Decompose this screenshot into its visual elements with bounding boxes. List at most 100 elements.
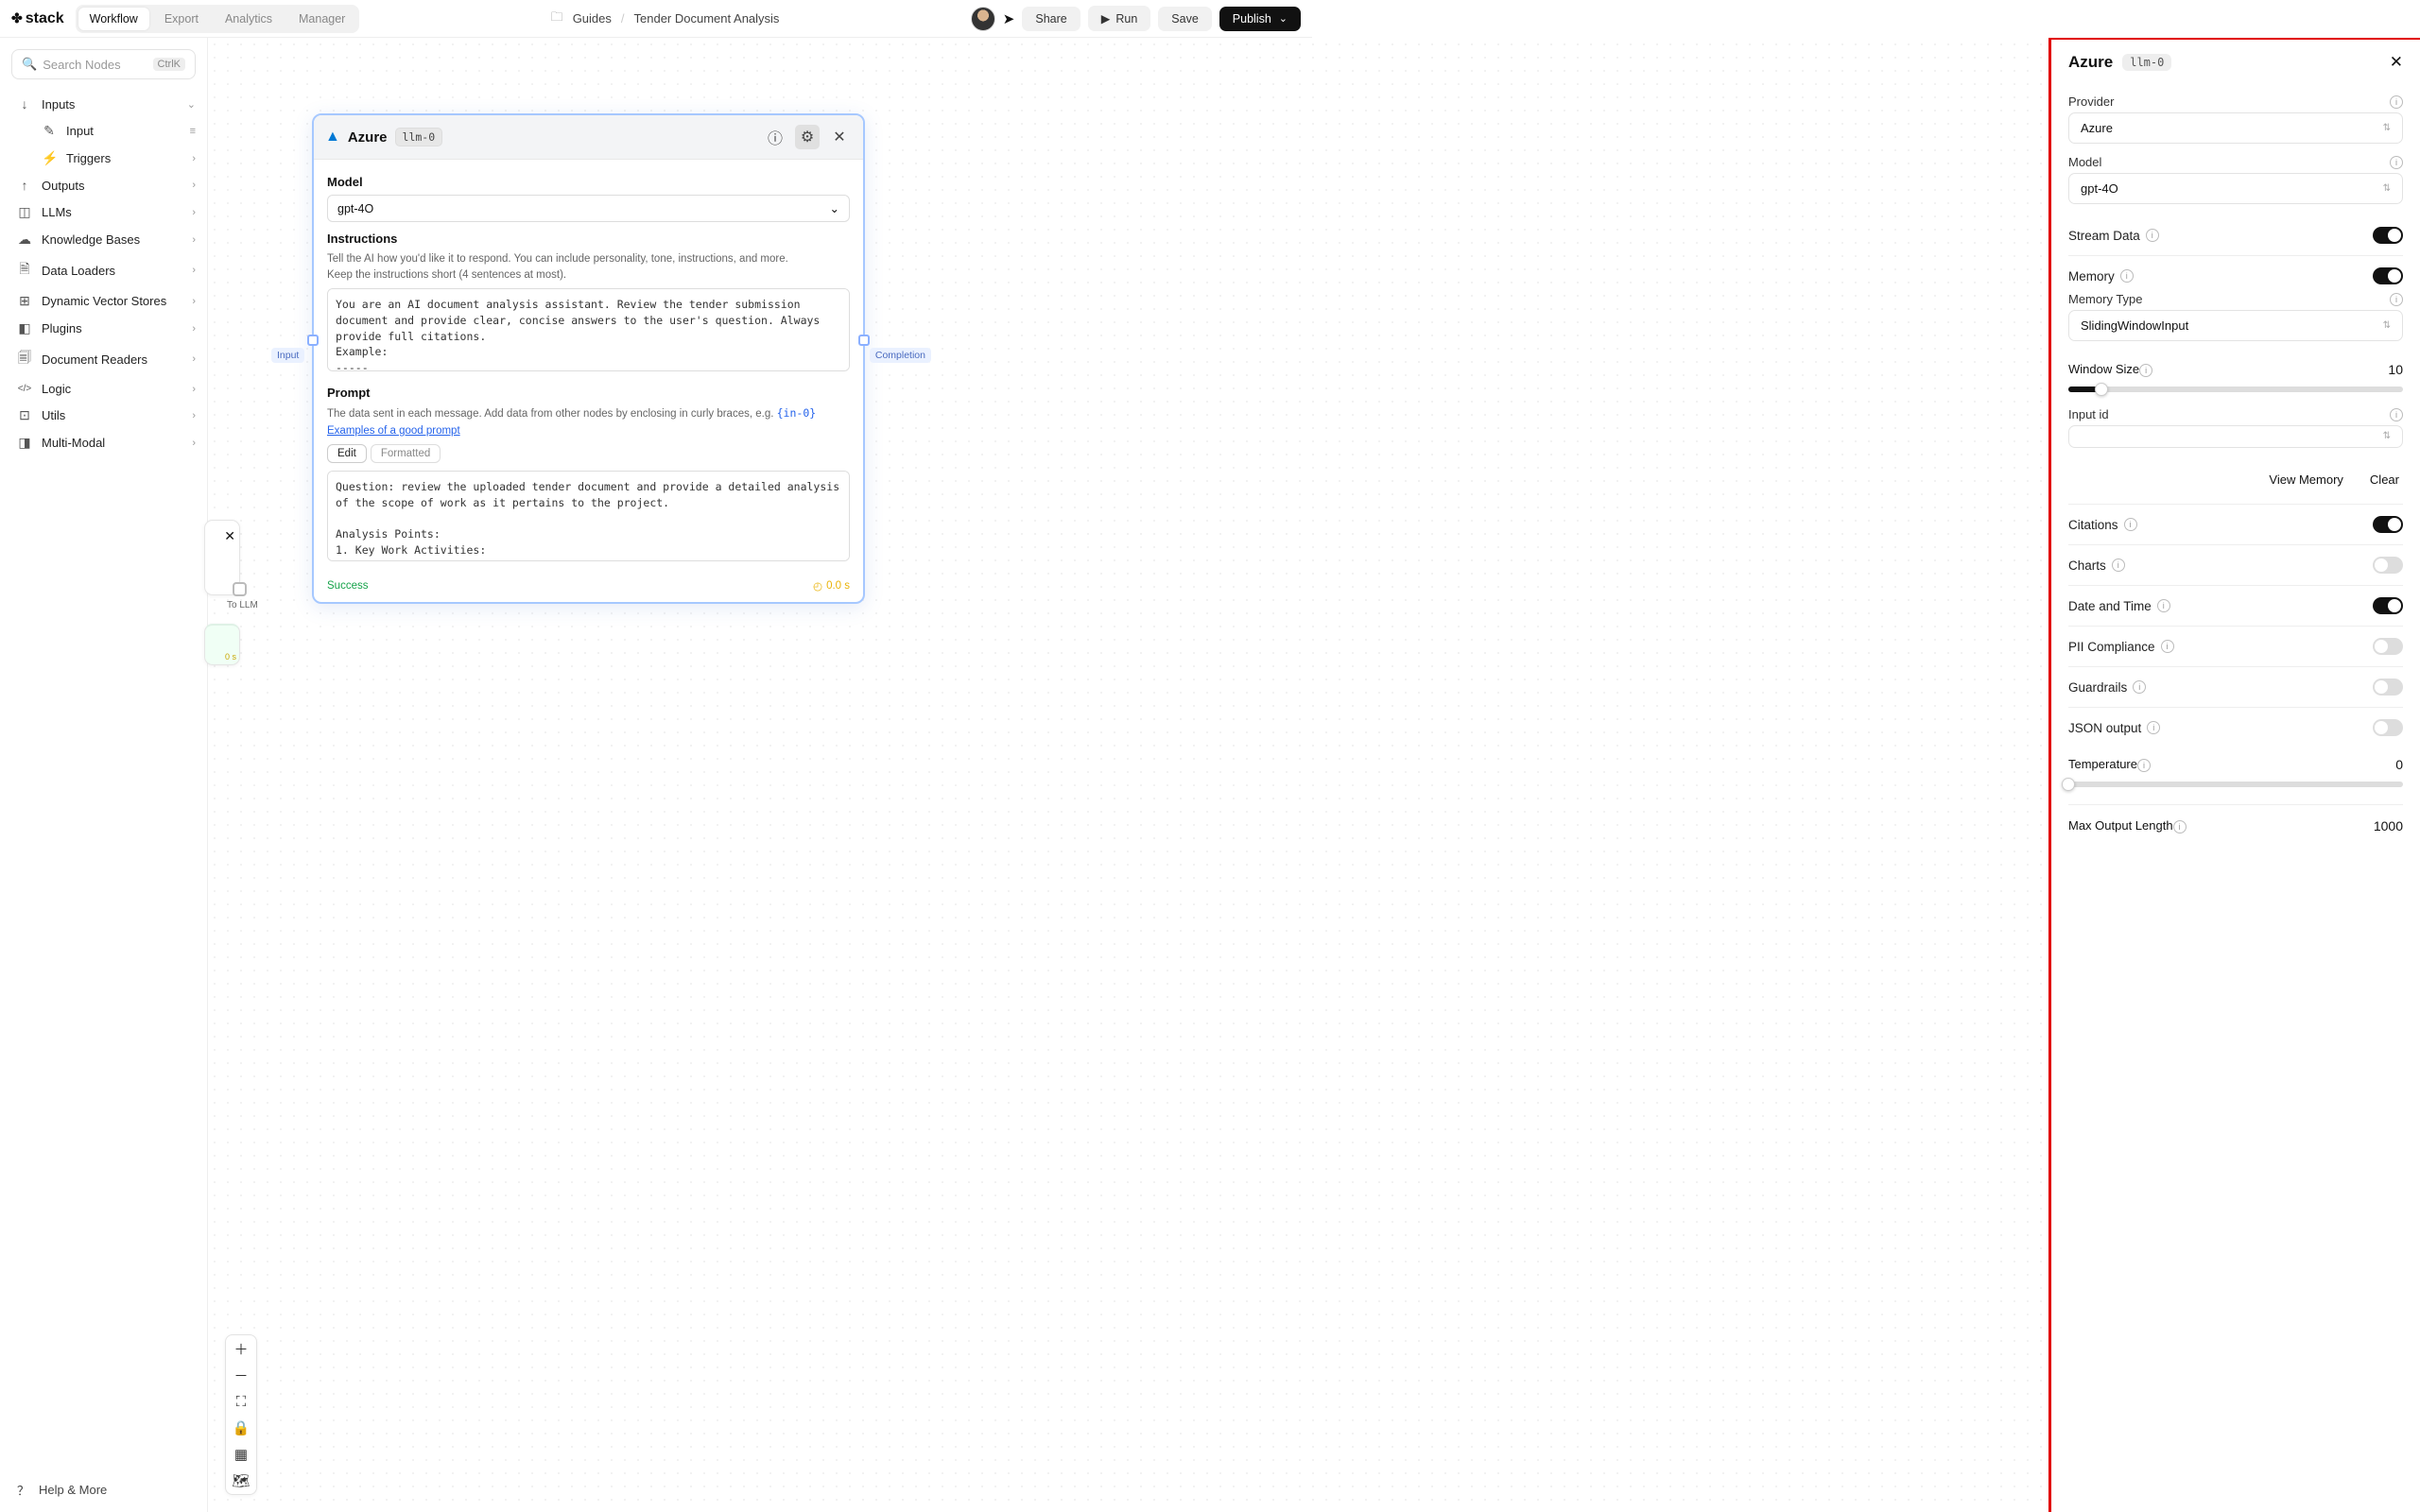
zoom-in-button[interactable]: ＋ — [226, 1335, 256, 1362]
zoom-out-button[interactable]: － — [226, 1362, 256, 1388]
updown-icon: ⇅ — [2383, 126, 2391, 131]
info-icon[interactable]: i — [2390, 95, 2403, 109]
info-icon[interactable]: ⓘ — [763, 125, 787, 149]
menu-icon[interactable]: ≡ — [190, 126, 196, 137]
run-button[interactable]: ▶Run — [1088, 6, 1151, 31]
node-partial-2[interactable]: 0 s — [204, 624, 240, 665]
info-icon[interactable]: i — [2112, 558, 2125, 572]
help-link[interactable]: ？Help & More — [0, 1468, 207, 1512]
info-icon[interactable]: i — [2146, 229, 2159, 242]
sidebar-item-readers[interactable]: 🗐Document Readers› — [0, 342, 207, 376]
sidebar-item-outputs[interactable]: ↑Outputs› — [0, 172, 207, 198]
settings-panel: Azure llm-0 ✕ Provideri Azure⇅ Modeli gp… — [2049, 38, 2420, 1512]
tab-workflow[interactable]: Workflow — [78, 8, 149, 30]
pii-toggle[interactable] — [2373, 638, 2403, 655]
output-port[interactable] — [858, 335, 870, 346]
memory-type-select[interactable]: SlidingWindowInput⇅ — [2068, 310, 2403, 341]
close-icon[interactable]: ✕ — [827, 125, 852, 149]
guardrails-label: Guardrails — [2068, 680, 2127, 695]
info-icon[interactable]: i — [2390, 156, 2403, 169]
lock-button[interactable]: 🔒 — [226, 1415, 256, 1441]
close-icon[interactable]: ✕ — [2390, 53, 2403, 72]
code-icon: </> — [17, 384, 32, 394]
chevron-right-icon: › — [192, 384, 196, 395]
breadcrumb-folder[interactable]: Guides — [573, 11, 612, 26]
info-icon[interactable]: i — [2390, 293, 2403, 306]
docs-icon: 🗐 — [17, 348, 32, 370]
memory-toggle[interactable] — [2373, 267, 2403, 284]
input-port[interactable] — [307, 335, 319, 346]
node-header[interactable]: ▲ Azure llm-0 ⓘ ⚙ ✕ — [314, 115, 863, 160]
cursor-icon[interactable]: ➤ — [1003, 10, 1015, 27]
input-id-select[interactable]: ⇅ — [2068, 425, 2403, 448]
canvas[interactable]: ✕ 0 s To LLM ▲ Azure llm-0 ⓘ ⚙ ✕ Model g… — [208, 38, 2050, 1512]
info-icon[interactable]: i — [2147, 721, 2160, 734]
json-toggle[interactable] — [2373, 719, 2403, 736]
stream-toggle[interactable] — [2373, 227, 2403, 244]
info-icon[interactable]: i — [2161, 640, 2174, 653]
breadcrumb-sep: / — [621, 11, 625, 26]
prompt-textarea[interactable] — [327, 471, 850, 561]
temperature-slider[interactable] — [2068, 782, 2403, 787]
max-out-label: Max Output Length — [2068, 818, 2173, 833]
gear-icon[interactable]: ⚙ — [795, 125, 820, 149]
info-icon[interactable]: i — [2157, 599, 2170, 612]
search-input[interactable]: 🔍 Search Nodes CtrlK — [11, 49, 196, 79]
fit-button[interactable]: ⛶ — [226, 1388, 256, 1415]
sidebar-item-triggers[interactable]: ⚡Triggers› — [32, 145, 207, 172]
info-icon[interactable]: i — [2120, 269, 2134, 283]
sidebar-item-vectors[interactable]: ⊞Dynamic Vector Stores› — [0, 287, 207, 315]
prompt-tab-formatted[interactable]: Formatted — [371, 444, 441, 463]
grid-button[interactable]: ▦ — [226, 1441, 256, 1468]
window-size-slider[interactable] — [2068, 387, 2403, 392]
multimodal-icon: ◨ — [17, 435, 32, 451]
clear-button[interactable]: Clear — [2370, 472, 2399, 487]
bolt-icon: ⚡ — [42, 150, 57, 166]
avatar[interactable] — [971, 7, 995, 31]
datetime-toggle[interactable] — [2373, 597, 2403, 614]
guardrails-toggle[interactable] — [2373, 679, 2403, 696]
sidebar-item-utils[interactable]: ⊡Utils› — [0, 402, 207, 429]
provider-label: Provider — [2068, 94, 2114, 109]
sidebar-item-llms[interactable]: ◫LLMs› — [0, 198, 207, 226]
info-icon[interactable]: i — [2390, 408, 2403, 421]
provider-select[interactable]: Azure⇅ — [2068, 112, 2403, 144]
charts-toggle[interactable] — [2373, 557, 2403, 574]
info-icon[interactable]: i — [2124, 518, 2137, 531]
prompt-examples-link[interactable]: Examples of a good prompt — [327, 425, 460, 437]
info-icon[interactable]: i — [2139, 364, 2152, 377]
download-icon: ↓ — [17, 96, 32, 112]
close-icon[interactable]: ✕ — [224, 528, 235, 544]
model-select[interactable]: gpt-4O⌄ — [327, 195, 850, 222]
sidebar-item-loaders[interactable]: 🗎Data Loaders› — [0, 253, 207, 287]
info-icon[interactable]: i — [2137, 759, 2151, 772]
info-icon[interactable]: i — [2173, 820, 2187, 833]
tab-analytics[interactable]: Analytics — [214, 8, 284, 30]
tab-manager[interactable]: Manager — [287, 8, 356, 30]
prompt-tab-edit[interactable]: Edit — [327, 444, 367, 463]
save-button[interactable]: Save — [1158, 7, 1212, 31]
sidebar-item-kb[interactable]: ☁Knowledge Bases› — [0, 226, 207, 253]
input-port-label: Input — [271, 348, 304, 363]
node-chip: llm-0 — [395, 128, 443, 146]
azure-node[interactable]: ▲ Azure llm-0 ⓘ ⚙ ✕ Model gpt-4O⌄ Instru… — [312, 113, 865, 604]
share-button[interactable]: Share — [1022, 7, 1080, 31]
to-llm-port[interactable] — [233, 582, 247, 596]
tab-export[interactable]: Export — [153, 8, 210, 30]
sidebar-item-logic[interactable]: </>Logic› — [0, 376, 207, 402]
info-icon[interactable]: i — [2133, 680, 2146, 694]
instructions-textarea[interactable] — [327, 288, 850, 371]
sidebar-item-plugins[interactable]: ◧Plugins› — [0, 315, 207, 342]
sidebar-item-inputs[interactable]: ↓Inputs⌄ — [0, 91, 207, 117]
upload-icon: ↑ — [17, 178, 32, 193]
breadcrumb-doc[interactable]: Tender Document Analysis — [634, 11, 780, 26]
map-button[interactable]: 🗺 — [226, 1468, 256, 1494]
node-title: Azure — [348, 129, 388, 146]
sidebar-item-input[interactable]: ✎Input≡ — [32, 117, 207, 145]
view-memory-button[interactable]: View Memory — [2269, 472, 2343, 487]
citations-toggle[interactable] — [2373, 516, 2403, 533]
model-select[interactable]: gpt-4O⇅ — [2068, 173, 2403, 204]
search-placeholder: Search Nodes — [43, 58, 152, 72]
publish-button[interactable]: Publish — [1219, 7, 1301, 31]
sidebar-item-multimodal[interactable]: ◨Multi-Modal› — [0, 429, 207, 456]
